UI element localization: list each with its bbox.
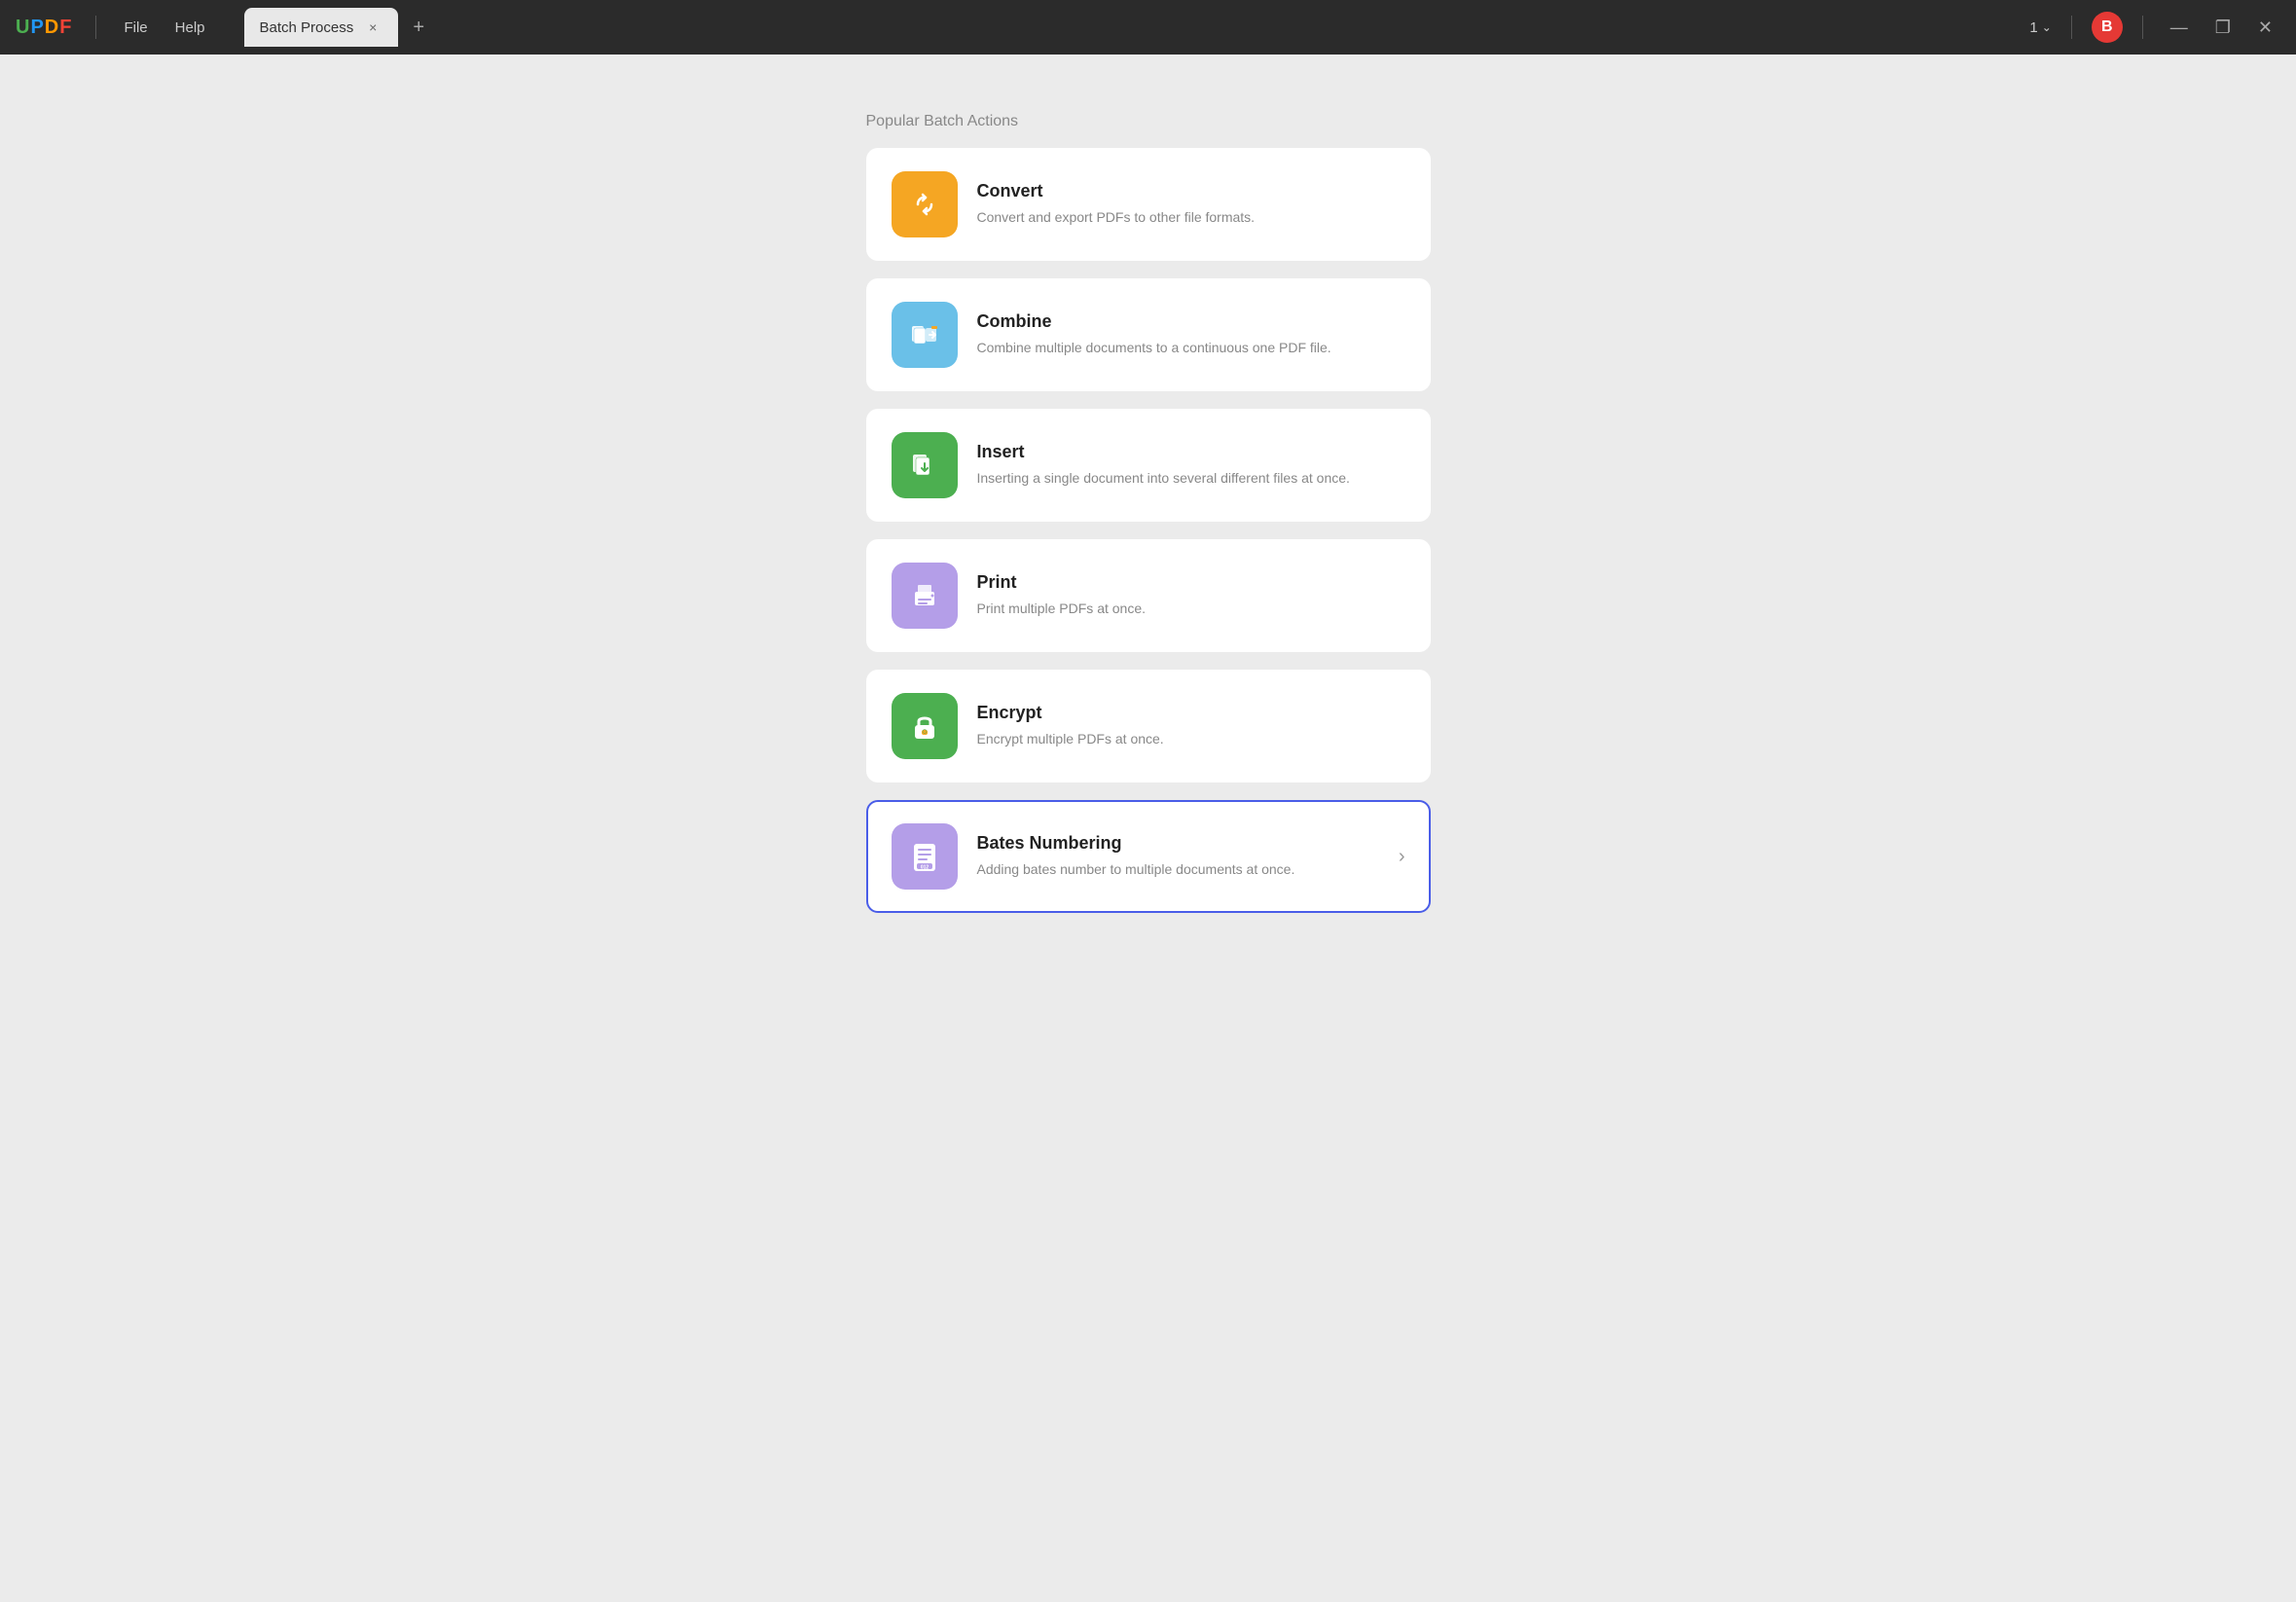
action-card-insert[interactable]: Insert Inserting a single document into … bbox=[866, 409, 1431, 522]
tab-close-button[interactable]: × bbox=[363, 18, 383, 37]
combine-title: Combine bbox=[977, 311, 1405, 332]
svg-text:012: 012 bbox=[920, 865, 929, 871]
user-avatar[interactable]: B bbox=[2092, 12, 2123, 43]
bates-icon: 012 bbox=[904, 836, 945, 877]
action-card-bates[interactable]: 012 Bates Numbering Adding bates number … bbox=[866, 800, 1431, 913]
convert-title: Convert bbox=[977, 181, 1405, 201]
insert-title: Insert bbox=[977, 442, 1405, 462]
encrypt-title: Encrypt bbox=[977, 703, 1405, 723]
print-desc: Print multiple PDFs at once. bbox=[977, 599, 1405, 619]
window-count[interactable]: 1 ⌄ bbox=[2029, 19, 2051, 36]
minimize-button[interactable]: — bbox=[2163, 14, 2196, 42]
bates-desc: Adding bates number to multiple document… bbox=[977, 859, 1379, 880]
titlebar-divider-3 bbox=[2142, 16, 2143, 39]
menu-file[interactable]: File bbox=[112, 14, 159, 42]
maximize-button[interactable]: ❐ bbox=[2207, 14, 2239, 42]
titlebar: UPDF File Help Batch Process × + 1 ⌄ B —… bbox=[0, 0, 2296, 55]
encrypt-icon bbox=[904, 706, 945, 746]
combine-text: Combine Combine multiple documents to a … bbox=[977, 311, 1405, 358]
combine-desc: Combine multiple documents to a continuo… bbox=[977, 338, 1405, 358]
bates-text: Bates Numbering Adding bates number to m… bbox=[977, 833, 1379, 880]
combine-icon bbox=[904, 314, 945, 355]
convert-icon bbox=[904, 184, 945, 225]
convert-text: Convert Convert and export PDFs to other… bbox=[977, 181, 1405, 228]
insert-desc: Inserting a single document into several… bbox=[977, 468, 1405, 489]
print-icon bbox=[904, 575, 945, 616]
encrypt-icon-bg bbox=[892, 693, 958, 759]
tab-label: Batch Process bbox=[260, 19, 354, 36]
convert-desc: Convert and export PDFs to other file fo… bbox=[977, 207, 1405, 228]
insert-icon bbox=[904, 445, 945, 486]
print-title: Print bbox=[977, 572, 1405, 593]
titlebar-right: 1 ⌄ B — ❐ ✕ bbox=[2029, 12, 2280, 43]
convert-icon-bg bbox=[892, 171, 958, 237]
batch-container: Popular Batch Actions Convert Convert an… bbox=[866, 113, 1431, 930]
insert-icon-bg bbox=[892, 432, 958, 498]
menu-bar: File Help bbox=[112, 14, 216, 42]
bates-icon-bg: 012 bbox=[892, 823, 958, 890]
print-icon-bg bbox=[892, 563, 958, 629]
insert-text: Insert Inserting a single document into … bbox=[977, 442, 1405, 489]
bates-title: Bates Numbering bbox=[977, 833, 1379, 854]
print-text: Print Print multiple PDFs at once. bbox=[977, 572, 1405, 619]
section-title: Popular Batch Actions bbox=[866, 113, 1431, 130]
combine-icon-bg bbox=[892, 302, 958, 368]
encrypt-desc: Encrypt multiple PDFs at once. bbox=[977, 729, 1405, 749]
action-card-combine[interactable]: Combine Combine multiple documents to a … bbox=[866, 278, 1431, 391]
action-card-print[interactable]: Print Print multiple PDFs at once. bbox=[866, 539, 1431, 652]
tab-bar: Batch Process × + bbox=[244, 0, 2023, 55]
action-card-encrypt[interactable]: Encrypt Encrypt multiple PDFs at once. bbox=[866, 670, 1431, 783]
titlebar-divider bbox=[95, 16, 96, 39]
menu-help[interactable]: Help bbox=[164, 14, 217, 42]
titlebar-divider-2 bbox=[2071, 16, 2072, 39]
encrypt-text: Encrypt Encrypt multiple PDFs at once. bbox=[977, 703, 1405, 749]
action-card-convert[interactable]: Convert Convert and export PDFs to other… bbox=[866, 148, 1431, 261]
main-content: Popular Batch Actions Convert Convert an… bbox=[0, 55, 2296, 1602]
app-logo[interactable]: UPDF bbox=[16, 17, 72, 39]
close-button[interactable]: ✕ bbox=[2250, 14, 2280, 42]
bates-arrow: › bbox=[1399, 846, 1405, 868]
tab-add-button[interactable]: + bbox=[404, 13, 433, 42]
tab-batch-process[interactable]: Batch Process × bbox=[244, 8, 399, 47]
